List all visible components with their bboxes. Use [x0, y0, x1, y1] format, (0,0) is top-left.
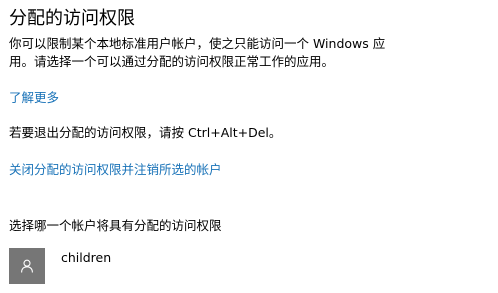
account-name: children [61, 250, 112, 265]
page-title: 分配的访问权限 [9, 8, 135, 29]
exit-hint-text: 若要退出分配的访问权限，请按 Ctrl+Alt+Del。 [9, 125, 282, 140]
turn-off-assigned-access-link[interactable]: 关闭分配的访问权限并注销所选的帐户 [9, 161, 222, 179]
description-line-2: 用。请选择一个可以通过分配的访问权限正常工作的应用。 [9, 54, 335, 69]
description-line-1: 你可以限制某个本地标准用户帐户，使之只能访问一个 Windows 应 [9, 36, 386, 51]
choose-account-heading: 选择哪一个帐户将具有分配的访问权限 [9, 218, 222, 233]
learn-more-link[interactable]: 了解更多 [9, 89, 59, 107]
account-item-children[interactable]: children [9, 248, 309, 284]
avatar [9, 248, 45, 284]
user-icon [21, 259, 33, 273]
page-description: 你可以限制某个本地标准用户帐户，使之只能访问一个 Windows 应 用。请选择… [9, 35, 429, 71]
